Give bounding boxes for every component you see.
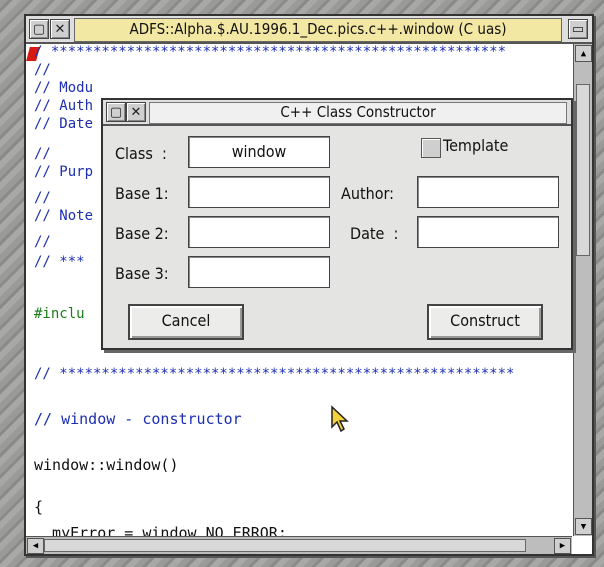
code-line: / **************************************… [34, 44, 507, 60]
base1-field[interactable] [188, 176, 330, 208]
dialog-title-bar[interactable]: ▢ ✕ C++ Class Constructor [103, 100, 571, 126]
mouse-pointer-icon [331, 405, 349, 433]
base2-label: Base 2: [115, 224, 169, 243]
back-icon[interactable]: ▢ [106, 102, 126, 122]
code-line: // Note [34, 208, 94, 224]
toggle-size-icon[interactable]: ▭ [568, 19, 588, 39]
code-line: // Modu [34, 80, 94, 96]
back-icon[interactable]: ▢ [29, 19, 49, 39]
code-line: // Auth [34, 98, 94, 114]
code-line: #inclu [34, 306, 85, 322]
author-label: Author: [341, 184, 395, 203]
code-line: myError = window_NO_ERROR; [34, 524, 287, 536]
date-field[interactable] [417, 216, 559, 248]
date-label: Date : [350, 224, 399, 243]
code-line: { [34, 498, 44, 516]
close-icon[interactable]: ✕ [50, 19, 70, 39]
class-label: Class : [115, 144, 167, 163]
code-line: // [34, 190, 51, 206]
code-line: // [34, 234, 51, 250]
base2-field[interactable] [188, 216, 330, 248]
code-line: // Date [34, 116, 94, 132]
horizontal-scrollbar[interactable]: ◀ ▶ [26, 536, 572, 554]
code-line: // [34, 62, 51, 78]
base1-label: Base 1: [115, 184, 169, 203]
template-label: Template [443, 136, 509, 155]
cancel-button[interactable]: Cancel [128, 304, 244, 340]
scroll-up-icon[interactable]: ▲ [575, 45, 592, 62]
code-line: // window - constructor [34, 410, 242, 428]
code-line: window::window() [34, 456, 179, 474]
horizontal-scroll-thumb[interactable] [44, 539, 526, 552]
code-line: // *************************************… [34, 366, 515, 382]
vertical-scrollbar[interactable]: ▲ ▼ [573, 44, 592, 536]
editor-title-bar[interactable]: ▢ ✕ ADFS::Alpha.$.AU.1996.1_Dec.pics.c++… [26, 16, 592, 44]
base3-label: Base 3: [115, 264, 169, 283]
vertical-scroll-thumb[interactable] [576, 84, 590, 256]
class-constructor-dialog[interactable]: ▢ ✕ C++ Class Constructor Class : window… [101, 98, 573, 350]
scroll-right-icon[interactable]: ▶ [554, 538, 571, 554]
scroll-down-icon[interactable]: ▼ [575, 518, 592, 535]
code-line: // Purp [34, 164, 94, 180]
class-field[interactable]: window [188, 136, 330, 168]
author-field[interactable] [417, 176, 559, 208]
scroll-left-icon[interactable]: ◀ [27, 538, 44, 554]
base3-field[interactable] [188, 256, 330, 288]
dialog-title: C++ Class Constructor [149, 102, 567, 124]
close-icon[interactable]: ✕ [126, 102, 146, 122]
code-line: // *** [34, 254, 85, 270]
editor-title: ADFS::Alpha.$.AU.1996.1_Dec.pics.c++.win… [74, 18, 562, 42]
construct-button[interactable]: Construct [427, 304, 543, 340]
code-line: // [34, 146, 51, 162]
template-checkbox[interactable] [421, 138, 441, 158]
